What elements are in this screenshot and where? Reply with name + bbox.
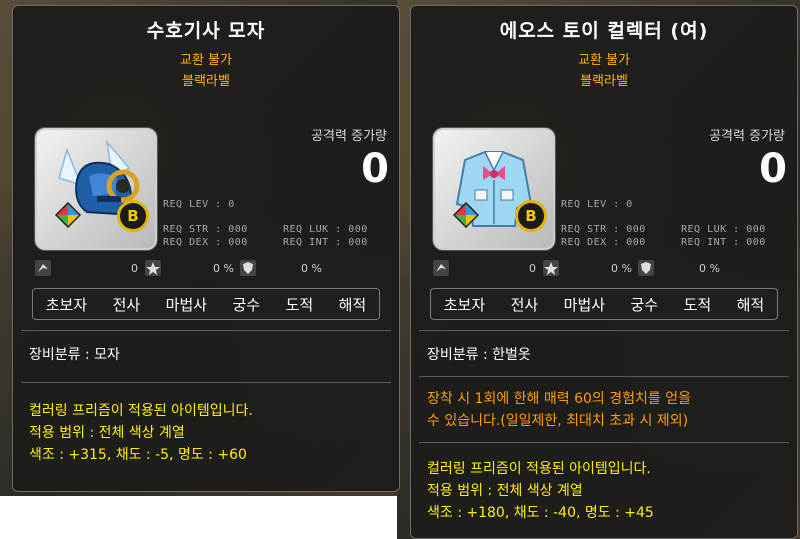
job-warrior: 전사 [112,295,141,314]
black-label-b-badge-icon: B [117,200,149,232]
divider [419,330,789,331]
prism-line: 색조 : +315, 채도 : -5, 명도 : +60 [29,447,247,463]
equip-type: 장비분류 : 모자 [29,347,120,363]
attack-increase-label: 공격력 증가량 [709,129,785,144]
divider [21,382,391,383]
wing-icon [35,260,51,276]
item-stats-row: 0 0 % 0 % [433,259,773,281]
effect-description: 장착 시 1회에 한해 매력 60의 경험치를 얻을 수 있습니다.(일일제한,… [427,388,691,432]
divider [419,376,789,377]
req-str: REQ STR : 000 [561,224,646,235]
prism-description: 컬러링 프리즘이 적용된 아이템입니다. 적용 범위 : 전체 색상 계열 색조… [427,458,654,524]
trade-status: 교환 불가 [180,53,232,68]
divider [419,442,789,443]
prism-line: 컬러링 프리즘이 적용된 아이템입니다. [427,461,651,477]
req-lev: REQ LEV : 0 [163,199,235,210]
req-dex: REQ DEX : 000 [163,237,248,248]
attack-increase-value: 0 [361,146,389,192]
prism-line: 컬러링 프리즘이 적용된 아이템입니다. [29,403,253,419]
stat-value-1: 0 [131,262,138,275]
job-pirate: 해적 [338,295,367,314]
job-magician: 마법사 [563,295,606,314]
req-dex: REQ DEX : 000 [561,237,646,248]
stat-value-2: 0 % [611,262,632,275]
prism-line: 적용 범위 : 전체 색상 계열 [427,483,583,499]
item-icon-frame: B [433,128,555,250]
black-label-b-badge-icon: B [515,200,547,232]
label-grade: 블랙라벨 [580,74,628,89]
req-luk: REQ LUK : 000 [283,224,368,235]
req-int: REQ INT : 000 [283,237,368,248]
prism-line: 색조 : +180, 채도 : -40, 명도 : +45 [427,505,654,521]
job-archer: 궁수 [232,295,261,314]
stat-value-3: 0 % [301,262,322,275]
job-thief: 도적 [285,295,314,314]
equip-type: 장비분류 : 한벌옷 [427,347,531,363]
effect-line: 수 있습니다.(일일제한, 최대치 초과 시 제외) [427,413,689,429]
trade-status: 교환 불가 [578,53,630,68]
effect-line: 장착 시 1회에 한해 매력 60의 경험치를 얻을 [427,391,691,407]
req-luk: REQ LUK : 000 [681,224,766,235]
job-magician: 마법사 [165,295,208,314]
req-lev: REQ LEV : 0 [561,199,633,210]
label-grade: 블랙라벨 [182,74,230,89]
job-archer: 궁수 [630,295,659,314]
shield-icon [638,260,654,276]
stat-value-3: 0 % [699,262,720,275]
prism-line: 적용 범위 : 전체 색상 계열 [29,425,185,441]
star-upgrade-icon [543,260,559,276]
job-beginner: 초보자 [443,295,486,314]
star-upgrade-icon [145,260,161,276]
wing-icon [433,260,449,276]
divider [21,330,391,331]
job-warrior: 전사 [510,295,539,314]
item-stats-row: 0 0 % 0 % [35,259,375,281]
item-tooltip-left: 수호기사 모자 교환 불가 블랙라벨 B 공격력 증가량 0 REQ LEV :… [12,5,400,492]
shield-icon [240,260,256,276]
coloring-prism-gem-icon [453,202,479,228]
attack-increase-value: 0 [759,146,787,192]
job-class-bar: 초보자 전사 마법사 궁수 도적 해적 [32,288,380,320]
attack-increase-label: 공격력 증가량 [311,129,387,144]
stat-value-2: 0 % [213,262,234,275]
req-str: REQ STR : 000 [163,224,248,235]
job-class-bar: 초보자 전사 마법사 궁수 도적 해적 [430,288,778,320]
req-int: REQ INT : 000 [681,237,766,248]
job-thief: 도적 [683,295,712,314]
stat-value-1: 0 [529,262,536,275]
item-tooltip-right: 에오스 토이 컬렉터 (여) 교환 불가 블랙라벨 B 공격력 증가량 0 RE… [410,5,798,539]
item-title: 수호기사 모자 [146,20,266,42]
coloring-prism-gem-icon [55,202,81,228]
item-icon-frame: B [35,128,157,250]
item-title: 에오스 토이 컬렉터 (여) [499,20,709,42]
prism-description: 컬러링 프리즘이 적용된 아이템입니다. 적용 범위 : 전체 색상 계열 색조… [29,400,253,466]
job-beginner: 초보자 [45,295,88,314]
job-pirate: 해적 [736,295,765,314]
